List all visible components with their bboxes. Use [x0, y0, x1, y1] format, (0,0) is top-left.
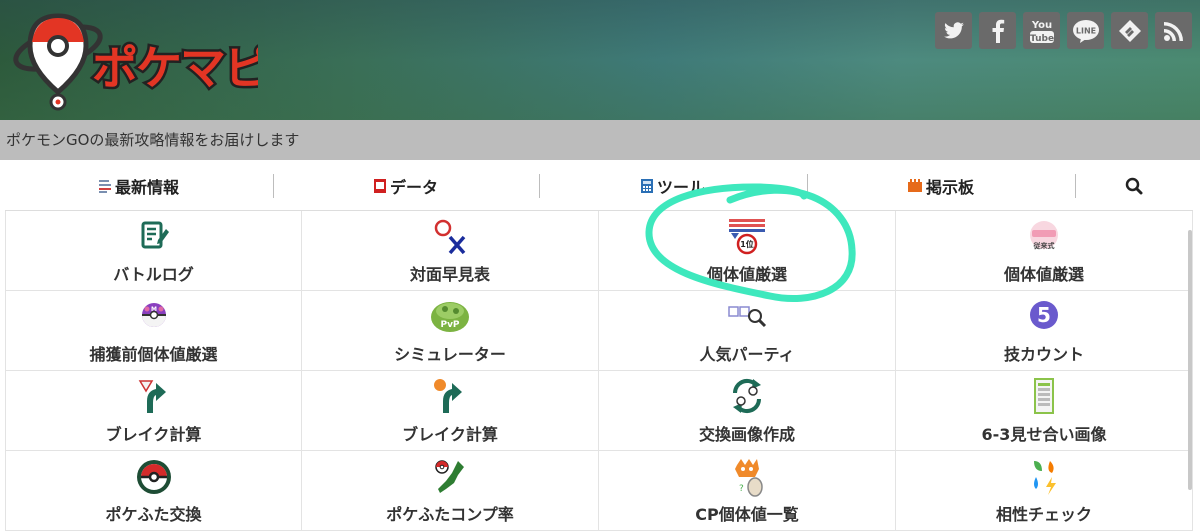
- tool-label: 6-3見せ合い画像: [981, 425, 1107, 444]
- pin-icon: [13, 13, 103, 111]
- line-icon[interactable]: LINE: [1067, 12, 1104, 49]
- nav-item-board[interactable]: 掲示板: [807, 161, 1075, 210]
- svg-text:?: ?: [739, 484, 744, 494]
- type-check-icon: [1034, 461, 1056, 495]
- tool-pokelid-map[interactable]: ポケふたコンプ率: [302, 451, 599, 531]
- svg-text:M: M: [151, 306, 157, 313]
- tool-type-check[interactable]: 相性チェック: [896, 451, 1193, 531]
- battle-log-icon: [141, 221, 169, 249]
- svg-text:LINE: LINE: [1075, 26, 1095, 35]
- nav-label-news: 最新情報: [114, 177, 179, 197]
- social-links: You Tube LINE: [935, 12, 1192, 49]
- pokelid-map-icon: [435, 460, 464, 493]
- tool-label: 捕獲前個体値厳選: [89, 345, 218, 364]
- nav-item-news[interactable]: 最新情報: [5, 161, 273, 210]
- nav-item-data[interactable]: データ: [273, 161, 539, 210]
- tool-cp-iv-list[interactable]: ? CP個体値一覧: [599, 451, 896, 531]
- tool-label: ブレイク計算: [402, 425, 498, 444]
- svg-text:1位: 1位: [740, 239, 754, 249]
- pokelid-trade-icon: [136, 460, 171, 494]
- youtube-icon[interactable]: You Tube: [1023, 12, 1060, 49]
- cp-iv-list-icon: ?: [735, 459, 763, 497]
- break-calc-icon: [138, 380, 166, 413]
- board-icon: [907, 178, 922, 192]
- svg-text:Tube: Tube: [1029, 34, 1053, 44]
- tool-team-preview[interactable]: 6-3見せ合い画像: [896, 371, 1193, 451]
- tool-trade-image[interactable]: 交換画像作成: [599, 371, 896, 451]
- tool-break-calc-2[interactable]: ブレイク計算: [302, 371, 599, 451]
- tool-label: 個体値厳選: [706, 265, 787, 284]
- pvp-simulator-icon: PvP: [431, 302, 469, 332]
- feedly-icon[interactable]: [1111, 12, 1148, 49]
- tool-label: ブレイク計算: [105, 425, 202, 444]
- svg-text:You: You: [1030, 20, 1051, 31]
- iv-legacy-icon: 従来式: [1030, 221, 1058, 250]
- nav-label-tool: ツール: [656, 177, 705, 197]
- tool-capture-iv[interactable]: M 捕獲前個体値厳選: [5, 291, 302, 371]
- search-icon: [1125, 177, 1143, 194]
- main-nav: 最新情報 データ ツール 掲示板: [5, 161, 1193, 211]
- tool-label: CP個体値一覧: [695, 505, 799, 524]
- tool-label: 対面早見表: [409, 265, 490, 284]
- tool-label: シミュレーター: [394, 345, 506, 364]
- tool-iv-legacy[interactable]: 従来式 個体値厳選: [896, 211, 1193, 291]
- site-header: ポケマピ You Tube LINE: [0, 0, 1200, 120]
- tool-label: 交換画像作成: [698, 425, 795, 444]
- tool-label: 人気パーティ: [699, 345, 795, 364]
- popular-party-icon: [728, 306, 767, 328]
- search-button[interactable]: [1075, 161, 1193, 210]
- move-count-icon: 5: [1030, 301, 1058, 329]
- tool-pvp-simulator[interactable]: PvP シミュレーター: [302, 291, 599, 371]
- nav-label-board: 掲示板: [925, 177, 974, 197]
- tool-pokelid-trade[interactable]: ポケふた交換: [5, 451, 302, 531]
- svg-text:PvP: PvP: [440, 320, 459, 330]
- tool-battle-log[interactable]: バトルログ: [5, 211, 302, 291]
- site-tagline: ポケモンGOの最新攻略情報をお届けします: [6, 131, 300, 149]
- pokemapi-logo[interactable]: ポケマピ: [8, 6, 258, 114]
- nav-label-data: データ: [389, 177, 438, 197]
- nav-item-tool[interactable]: ツール: [539, 161, 807, 210]
- twitter-icon[interactable]: [935, 12, 972, 49]
- tool-matchup[interactable]: 対面早見表: [302, 211, 599, 291]
- tool-label: バトルログ: [113, 265, 194, 284]
- data-icon: [373, 178, 386, 193]
- tool-label: 個体値厳選: [1003, 265, 1084, 284]
- tool-break-calc[interactable]: ブレイク計算: [5, 371, 302, 451]
- tool-label: 技カウント: [1003, 345, 1084, 364]
- facebook-icon[interactable]: [979, 12, 1016, 49]
- trade-image-icon: [732, 378, 762, 414]
- tool-label: ポケふた交換: [105, 505, 202, 524]
- logo-text: ポケマピ: [92, 41, 258, 95]
- iv-rank-icon: 1位: [729, 219, 765, 255]
- tool-popular-party[interactable]: 人気パーティ: [599, 291, 896, 371]
- master-ball-icon: M: [141, 303, 166, 327]
- matchup-icon: [434, 219, 466, 255]
- tool-move-count[interactable]: 5 技カウント: [896, 291, 1193, 371]
- news-icon: [98, 179, 111, 193]
- tool-iv-rank[interactable]: 1位 個体値厳選: [599, 211, 896, 291]
- scrollbar[interactable]: [1188, 230, 1192, 490]
- tool-label: ポケふたコンプ率: [386, 505, 514, 524]
- svg-text:5: 5: [1037, 303, 1051, 327]
- tool-icon: [640, 178, 653, 193]
- svg-text:従来式: 従来式: [1033, 241, 1055, 250]
- break-calc-2-icon: [434, 379, 462, 413]
- tool-label: 相性チェック: [995, 505, 1092, 524]
- rss-icon[interactable]: [1155, 12, 1192, 49]
- team-preview-icon: [1034, 378, 1054, 414]
